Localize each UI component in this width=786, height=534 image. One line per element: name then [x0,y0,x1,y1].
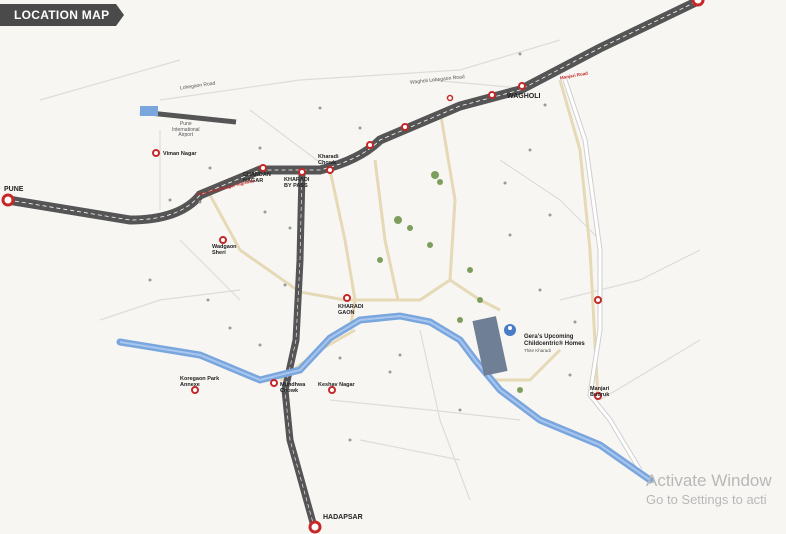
vimannagar-marker [152,149,160,157]
map-title: LOCATION MAP [14,8,110,22]
pune-marker [1,193,15,207]
title-tab: LOCATION MAP [0,4,124,26]
label-mundhwa: Mundhwa Chowk [280,382,306,395]
label-keshav-nagar: Keshav Nagar [318,382,355,388]
mundhwa-marker [270,379,278,387]
label-wagholi: WAGHOLI [507,93,541,100]
kharadi-chowk-marker [326,166,334,174]
hadapsar-marker [308,520,322,534]
chandan-nagar-marker [259,164,267,172]
project-name: Gera's Upcoming Childcentric® Homes [524,334,585,348]
northeast-marker [691,0,705,7]
nagar-highway [3,0,705,225]
label-vimannagar: Viman Nagar [163,151,197,157]
project-callout: Gera's Upcoming Childcentric® Homes Thit… [524,334,585,354]
label-pune: PUNE [4,186,24,193]
activate-windows-watermark: Activate Window Go to Settings to acti [646,472,772,506]
label-hadapsar: HADAPSAR [323,514,363,521]
highway-marker-3 [488,91,496,99]
label-koregaon-park: Koregaon Park Annexe [180,376,220,389]
label-wadgaon-sheri: Wadgaon Sheri [212,244,237,257]
hadapsar-road [281,171,319,531]
kharadi-gaon-marker [343,294,351,302]
highway-marker-2 [401,123,409,131]
watermark-line2: Go to Settings to acti [646,492,767,507]
north-marker [446,94,454,102]
wagholi-marker [518,82,526,90]
project-pin-dot [508,326,512,330]
highway-marker-1 [366,141,374,149]
highway-centerline [7,0,701,221]
label-kharadi-chowk: Kharadi Chowk [318,154,339,167]
wadgaon-sheri-marker [219,236,227,244]
label-kharadi-bypass: KHARADI BY PASS [284,177,310,190]
location-map [1,0,705,534]
label-airport: Pune International Airport [172,121,200,138]
watermark-line1: Activate Window [646,471,772,490]
label-kharadi-gaon: KHARADI GAON [338,304,364,317]
airport-terminal [140,106,158,116]
project-location: Thite Kharadi [524,348,551,354]
east-marker [594,296,602,304]
kharadi-bypass-marker [298,168,306,176]
label-manjari: Manjari Budruk [590,386,610,399]
